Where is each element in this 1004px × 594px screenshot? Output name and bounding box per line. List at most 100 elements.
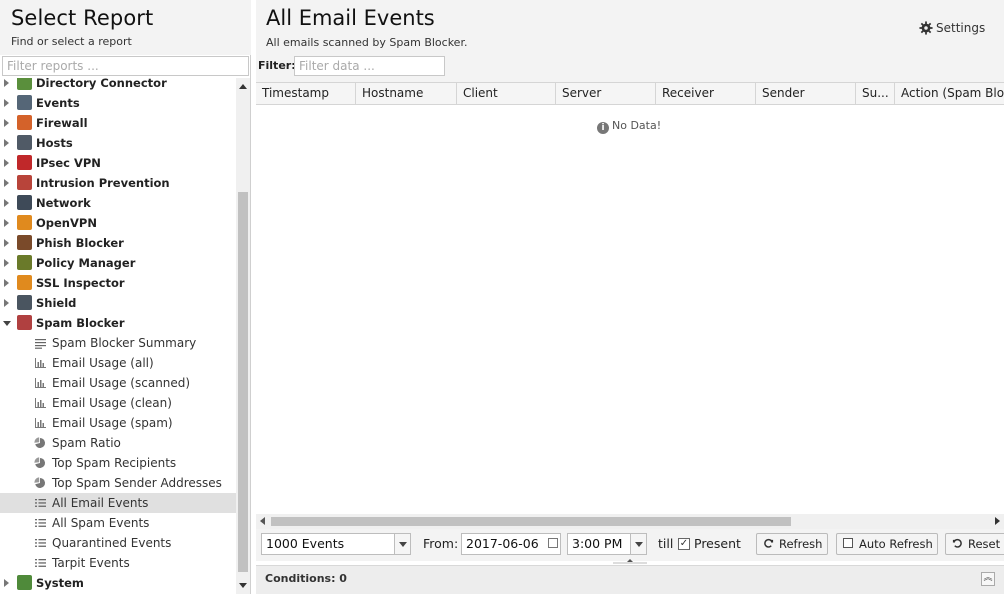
tree-category-ipsec-vpn[interactable]: IPsec VPN [0,153,236,173]
conditions-label: Conditions: 0 [265,572,347,585]
collapsed-arrow-icon[interactable] [4,279,9,287]
tree-report-item[interactable]: Email Usage (spam) [0,413,236,433]
pie-chart-icon [34,457,46,468]
openvpn-icon [17,215,32,230]
filter-reports-input[interactable] [2,56,249,76]
tree-report-item[interactable]: Tarpit Events [0,553,236,573]
collapsed-arrow-icon[interactable] [4,239,9,247]
column-header-client[interactable]: Client [457,83,556,104]
horizontal-scrollbar[interactable] [256,514,1004,529]
present-checkbox[interactable]: ✓ [678,538,690,550]
tree-report-item[interactable]: Top Spam Sender Addresses [0,473,236,493]
collapsed-arrow-icon[interactable] [4,219,9,227]
tree-report-item[interactable]: All Email Events [0,493,236,513]
tree-report-label: Spam Ratio [52,436,121,450]
scroll-left-arrow-icon[interactable] [260,517,265,525]
chevron-down-icon[interactable] [630,534,646,554]
collapsed-arrow-icon[interactable] [4,79,9,87]
filter-data-input[interactable] [294,56,445,76]
tree-report-label: Email Usage (all) [52,356,154,370]
panel-resize-handle[interactable] [613,558,647,565]
tree-category-phish-blocker[interactable]: Phish Blocker [0,233,236,253]
tree-category-label: Shield [36,296,77,310]
column-header-receiver[interactable]: Receiver [656,83,756,104]
tree-category-hosts[interactable]: Hosts [0,133,236,153]
tree-category-ssl-inspector[interactable]: SSL Inspector [0,273,236,293]
tree-category-intrusion-prevention[interactable]: Intrusion Prevention [0,173,236,193]
tree-category-events[interactable]: Events [0,93,236,113]
tree-report-item[interactable]: All Spam Events [0,513,236,533]
from-date-field[interactable]: 2017-06-06 [461,533,561,555]
expanded-arrow-icon[interactable] [3,321,11,326]
scroll-thumb[interactable] [238,192,248,572]
tree-category-network[interactable]: Network [0,193,236,213]
tree-report-item[interactable]: Quarantined Events [0,533,236,553]
spam-blocker-icon [17,315,32,330]
report-selector-panel: Select Report Find or select a report Di… [0,0,251,594]
auto-refresh-button[interactable]: Auto Refresh [836,533,938,555]
chevron-down-icon[interactable] [394,534,410,554]
collapsed-arrow-icon[interactable] [4,159,9,167]
from-time-select[interactable]: 3:00 PM [567,533,647,555]
tree-category-label: Events [36,96,80,110]
refresh-button[interactable]: Refresh [756,533,828,555]
tree-category-system[interactable]: System [0,573,236,593]
tree-report-item[interactable]: Top Spam Recipients [0,453,236,473]
system-icon [17,575,32,590]
tree-category-label: Phish Blocker [36,236,124,250]
refresh-label: Refresh [779,537,823,551]
scroll-right-arrow-icon[interactable] [995,517,1000,525]
horizontal-scroll-thumb[interactable] [271,517,791,526]
tree-category-directory-connector[interactable]: Directory Connector [0,78,236,93]
scroll-up-arrow-icon[interactable] [239,84,247,89]
collapsed-arrow-icon[interactable] [4,199,9,207]
auto-refresh-checkbox-icon [843,538,853,548]
tree-report-label: All Email Events [52,496,149,510]
column-header-action[interactable]: Action (Spam Blo... [895,83,1004,104]
collapsed-arrow-icon[interactable] [4,99,9,107]
column-header-timestamp[interactable]: Timestamp [256,83,356,104]
collapsed-arrow-icon[interactable] [4,119,9,127]
calendar-icon[interactable] [548,538,558,548]
column-header-hostname[interactable]: Hostname [356,83,457,104]
tree-report-label: Email Usage (clean) [52,396,172,410]
tree-category-label: IPsec VPN [36,156,101,170]
column-header-subject[interactable]: Su... [856,83,895,104]
tree-category-label: Directory Connector [36,78,167,90]
column-header-server[interactable]: Server [556,83,656,104]
tree-report-item[interactable]: Email Usage (scanned) [0,373,236,393]
collapsed-arrow-icon[interactable] [4,299,9,307]
tree-report-item[interactable]: Email Usage (all) [0,353,236,373]
tree-category-spam-blocker[interactable]: Spam Blocker [0,313,236,333]
tree-category-openvpn[interactable]: OpenVPN [0,213,236,233]
filter-label: Filter: [258,59,296,72]
collapse-icon[interactable]: ︽ [981,572,995,586]
list-icon [35,519,46,527]
collapsed-arrow-icon[interactable] [4,259,9,267]
collapsed-arrow-icon[interactable] [4,579,9,587]
collapsed-arrow-icon[interactable] [4,139,9,147]
column-header-sender[interactable]: Sender [756,83,856,104]
tree-category-label: System [36,576,84,590]
scroll-down-arrow-icon[interactable] [239,583,247,588]
collapsed-arrow-icon[interactable] [4,179,9,187]
pie-chart-icon [34,477,46,488]
reset-button[interactable]: Reset [945,533,1004,555]
tree-report-label: Quarantined Events [52,536,172,550]
tree-category-firewall[interactable]: Firewall [0,113,236,133]
report-title: All Email Events [266,6,435,30]
tree-report-item[interactable]: Spam Ratio [0,433,236,453]
tree-report-item[interactable]: Email Usage (clean) [0,393,236,413]
tree-category-label: Intrusion Prevention [36,176,170,190]
tree-category-shield[interactable]: Shield [0,293,236,313]
tree-report-item[interactable]: Spam Blocker Summary [0,333,236,353]
tree-scrollbar[interactable] [236,78,250,594]
info-icon: i [597,122,609,134]
tree-report-label: Email Usage (spam) [52,416,173,430]
conditions-bar[interactable]: Conditions: 0 ︽ [256,565,1004,594]
settings-button[interactable]: Settings [919,19,985,37]
present-label: Present [694,536,741,551]
tree-category-policy-manager[interactable]: Policy Manager [0,253,236,273]
tree-category-label: OpenVPN [36,216,97,230]
events-limit-select[interactable]: 1000 Events [261,533,411,555]
